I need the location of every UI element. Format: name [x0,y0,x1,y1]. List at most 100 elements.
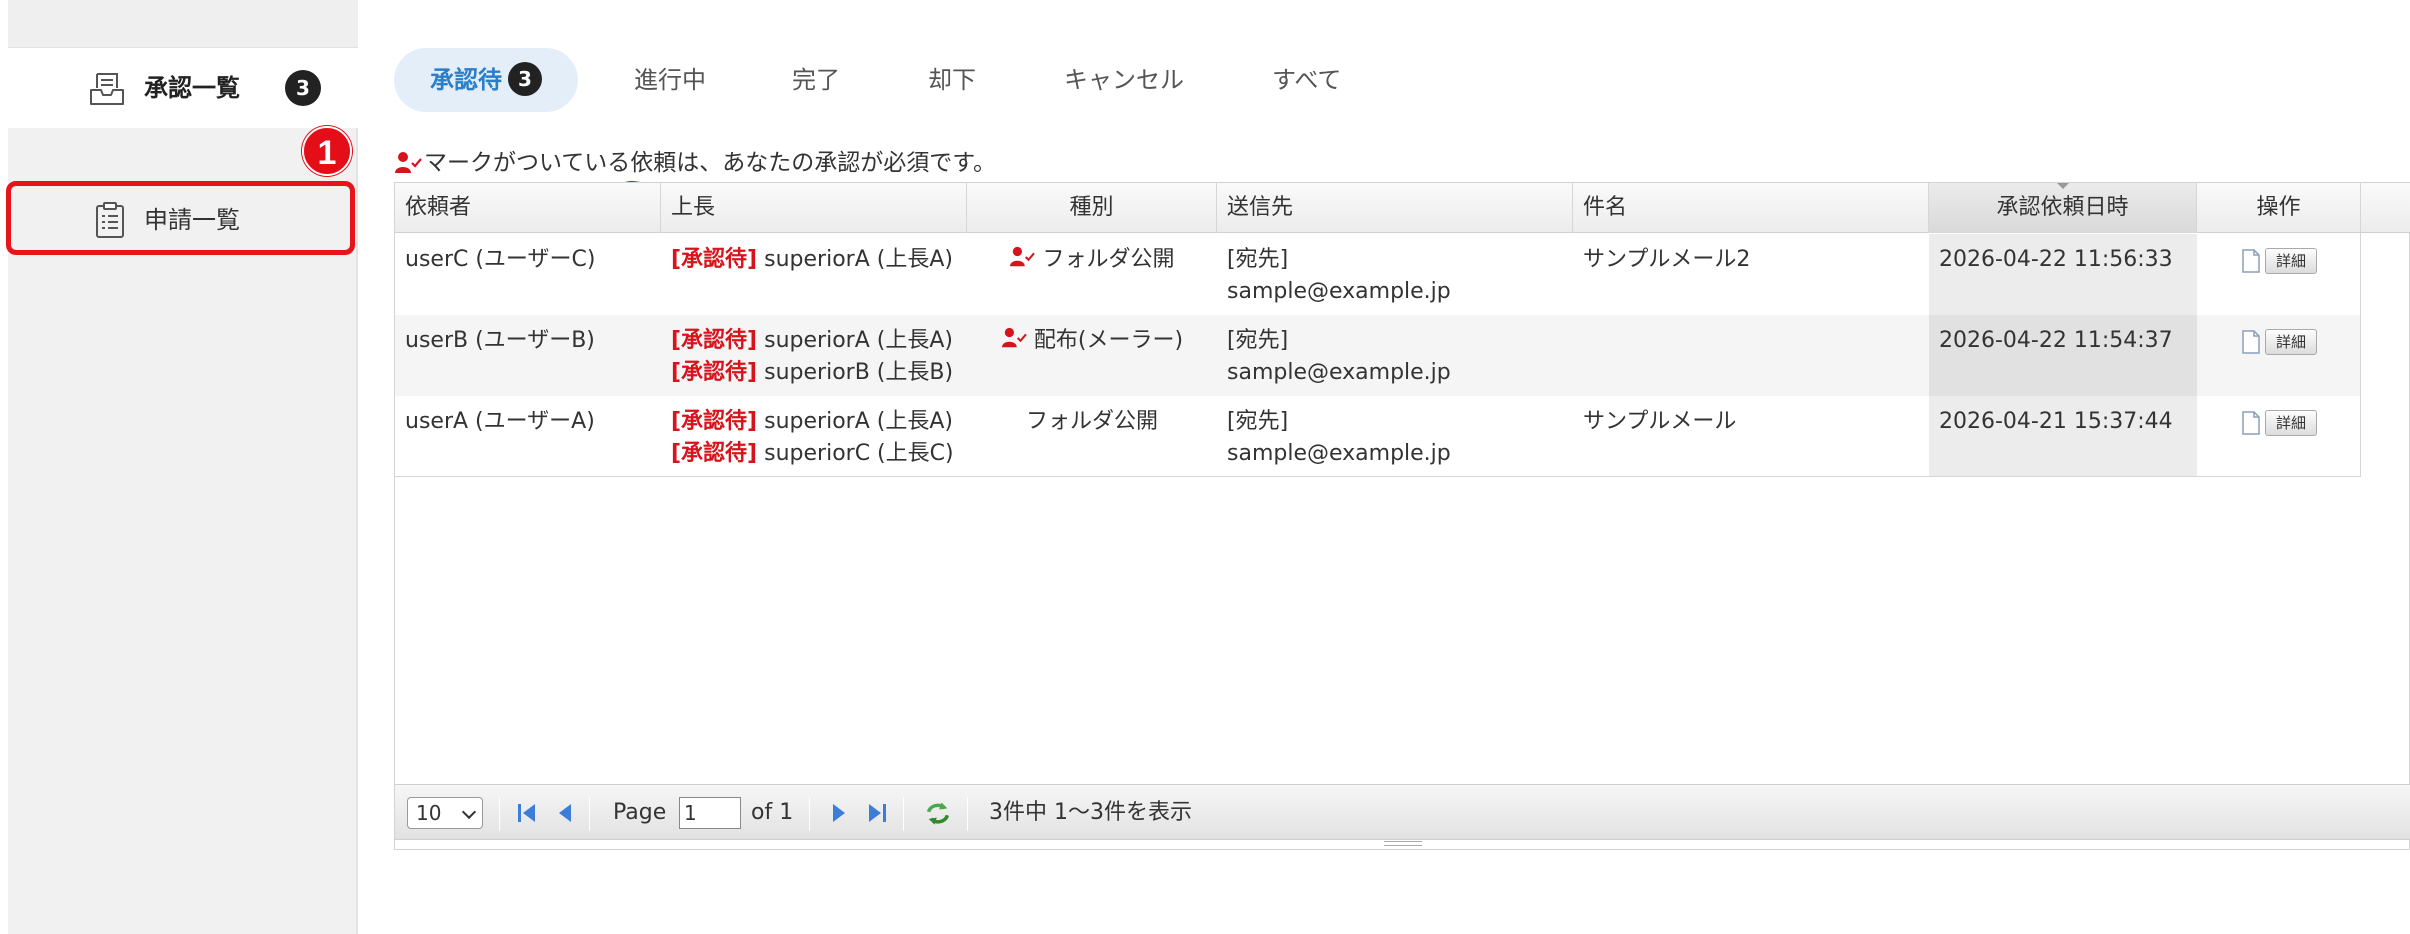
requester-cell: userA (ユーザーA) [405,409,595,434]
column-header-destination[interactable]: 送信先 [1217,183,1573,233]
user-check-icon [1010,246,1036,267]
table-right-border [2360,233,2361,477]
last-page-icon[interactable] [865,801,889,825]
detail-action[interactable]: 詳細 [2241,248,2317,274]
subject-cell [1573,315,1929,396]
request-datetime-cell: 2026-04-22 11:54:37 [1929,315,2197,396]
type-label: フォルダ公開 [1042,247,1175,272]
document-icon [2242,411,2260,435]
request-datetime-cell: 2026-04-22 11:56:33 [1929,234,2197,315]
refresh-icon[interactable] [923,799,953,827]
tab-cancelled[interactable]: キャンセル [1064,48,1184,112]
inbox-document-icon [90,73,124,105]
detail-button[interactable]: 詳細 [2264,329,2317,355]
annotation-marker-1: 1 [302,126,352,176]
superior-cell: [承認待] superiorA (上長A) [承認待] superiorB (上… [661,315,967,396]
subject-cell: サンプルメール [1583,409,1737,434]
pending-tag: [承認待] [671,441,758,466]
action-cell: 詳細 [2197,234,2361,315]
detail-button[interactable]: 詳細 [2264,248,2317,274]
pager-separator [903,797,904,831]
column-header-subject[interactable]: 件名 [1573,183,1929,233]
sidebar-item-label: 承認一覧 [144,74,240,102]
document-icon [2242,330,2260,354]
chevron-down-icon [461,804,477,820]
approval-table: 依頼者 上長 種別 送信先 件名 承認依頼日時 操作 userC (ユーザーC)… [394,182,2410,850]
type-cell: フォルダ公開 [967,396,1217,477]
tab-all[interactable]: すべて [1272,48,1341,112]
requester-cell: userC (ユーザーC) [405,247,596,272]
table-row[interactable]: userB (ユーザーB) [承認待] superiorA (上長A) [承認待… [395,315,2361,396]
pending-tag: [承認待] [671,360,758,385]
destination-cell: [宛先] sample@example.jp [1217,315,1573,396]
approval-count-badge: 3 [285,70,321,106]
column-header-action[interactable]: 操作 [2197,183,2361,233]
superior-name: superiorB (上長B) [764,360,954,385]
destination-label: [宛先] [1227,328,1289,353]
approval-required-notice: マークがついている依頼は、あなたの承認が必須です。 [394,146,996,180]
superior-cell: [承認待] superiorA (上長A) [661,234,967,315]
superior-name: superiorA (上長A) [764,247,953,272]
tab-completed[interactable]: 完了 [792,48,840,112]
pending-tag: [承認待] [671,247,758,272]
type-label: 配布(メーラー) [1033,328,1184,353]
pager-separator [967,797,968,831]
detail-action[interactable]: 詳細 [2241,410,2317,436]
column-header-type[interactable]: 種別 [967,183,1217,233]
sidebar-item-approval-list[interactable]: 承認一覧 3 [8,48,358,128]
previous-page-icon[interactable] [553,801,577,825]
next-page-icon[interactable] [827,801,851,825]
request-datetime-cell: 2026-04-21 15:37:44 [1929,396,2197,477]
pager-separator [499,797,500,831]
tab-pending[interactable]: 承認待 3 [394,48,578,112]
user-check-icon [395,152,422,173]
document-icon [2242,249,2260,273]
tab-rejected[interactable]: 却下 [928,48,976,112]
pending-tag: [承認待] [671,409,758,434]
notice-text: マークがついている依頼は、あなたの承認が必須です。 [424,150,997,176]
subject-cell: サンプルメール2 [1583,247,1751,272]
pager-separator [589,797,590,831]
column-header-superior[interactable]: 上長 [661,183,967,233]
table-row[interactable]: userC (ユーザーC) [承認待] superiorA (上長A) フォルダ… [395,234,2361,315]
requester-cell: userB (ユーザーB) [405,328,595,353]
pager-separator [809,797,810,831]
destination-email: sample@example.jp [1227,441,1451,466]
pagination-bar: 10 Page 1 of 1 3件中 1〜3件を表示 [395,784,2410,846]
sort-indicator-icon [2056,183,2069,189]
destination-label: [宛先] [1227,247,1289,272]
action-cell: 詳細 [2197,396,2361,477]
superior-name: superiorA (上長A) [764,328,953,353]
superior-cell: [承認待] superiorA (上長A) [承認待] superiorC (上… [661,396,967,477]
record-summary: 3件中 1〜3件を表示 [989,800,1192,825]
type-cell: フォルダ公開 [967,234,1217,315]
superior-name: superiorC (上長C) [764,441,954,466]
destination-label: [宛先] [1227,409,1289,434]
type-cell: 配布(メーラー) [967,315,1217,396]
action-cell: 詳細 [2197,315,2361,396]
tab-in-progress[interactable]: 進行中 [634,48,706,112]
table-row[interactable]: userA (ユーザーA) [承認待] superiorA (上長A) [承認待… [395,396,2361,477]
page-size-select[interactable]: 10 [407,797,483,829]
destination-cell: [宛先] sample@example.jp [1217,396,1573,477]
pending-tag: [承認待] [671,328,758,353]
column-header-requester[interactable]: 依頼者 [395,183,661,233]
sidebar-top-strip [8,0,358,48]
column-header-label: 承認依頼日時 [1996,195,2129,220]
page-number-input[interactable]: 1 [679,797,741,829]
first-page-icon[interactable] [515,801,539,825]
detail-action[interactable]: 詳細 [2241,329,2317,355]
tab-label: 承認待 [430,66,502,94]
column-header-request-datetime[interactable]: 承認依頼日時 [1929,183,2197,233]
type-label: フォルダ公開 [1025,409,1158,434]
detail-button[interactable]: 詳細 [2264,410,2317,436]
resize-grip[interactable] [1384,841,1422,846]
table-bottom-border [395,476,2361,477]
page-label: Page [613,800,667,825]
page-size-value: 10 [416,801,442,825]
superior-name: superiorA (上長A) [764,409,953,434]
tab-count-badge: 3 [508,62,542,96]
destination-cell: [宛先] sample@example.jp [1217,234,1573,315]
destination-email: sample@example.jp [1227,279,1451,304]
destination-email: sample@example.jp [1227,360,1451,385]
